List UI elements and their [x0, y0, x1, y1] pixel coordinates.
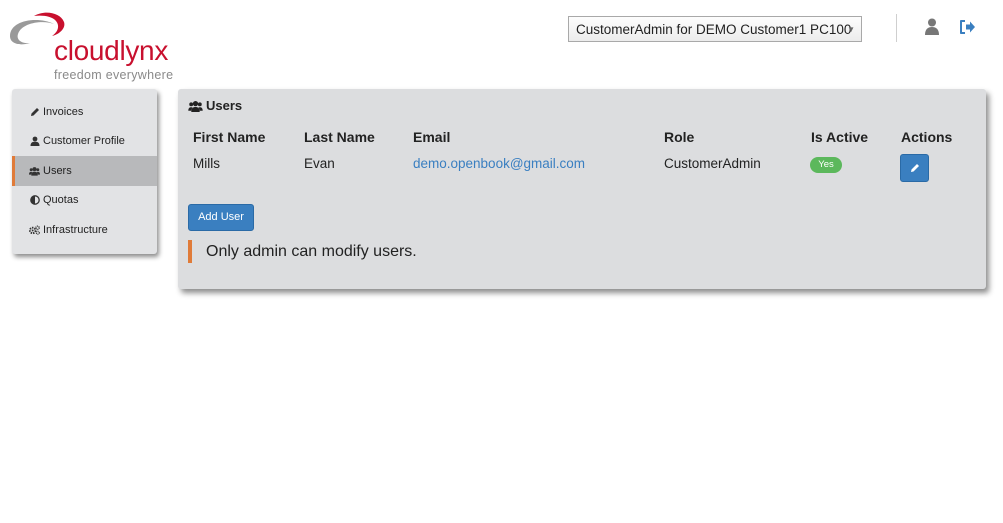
edit-user-button[interactable] [900, 154, 929, 182]
half-circle-icon [29, 195, 40, 206]
sidebar-item-customer-profile[interactable]: Customer Profile [12, 127, 157, 157]
column-header-first-name: First Name [193, 129, 266, 145]
users-icon [188, 100, 203, 112]
cogs-icon [29, 224, 40, 235]
sidebar-item-label: Users [43, 164, 72, 177]
sidebar-item-invoices[interactable]: Invoices [12, 97, 157, 127]
admin-notice: Only admin can modify users. [188, 240, 417, 263]
cell-email-link[interactable]: demo.openbook@gmail.com [413, 156, 585, 171]
users-panel: Users First Name Last Name Email Role Is… [178, 89, 986, 289]
brand-name: cloudlynx [54, 35, 169, 66]
header-divider [896, 14, 897, 42]
cell-first-name: Mills [193, 156, 220, 171]
sidebar-item-quotas[interactable]: Quotas [12, 186, 157, 216]
brand-tagline: freedom everywhere [54, 68, 174, 82]
sidebar-nav: Invoices Customer Profile Users Quotas I… [12, 89, 157, 254]
account-selector-value: CustomerAdmin for DEMO Customer1 PC100 [576, 22, 852, 37]
user-icon[interactable] [924, 18, 940, 35]
cell-last-name: Evan [304, 156, 335, 171]
sidebar-item-infrastructure[interactable]: Infrastructure [12, 215, 157, 245]
cell-role: CustomerAdmin [664, 156, 761, 171]
sidebar-item-users[interactable]: Users [12, 156, 157, 186]
pencil-icon [910, 164, 919, 172]
chevron-down-icon: ▼ [847, 25, 855, 34]
user-icon [29, 136, 40, 147]
logout-icon[interactable] [959, 19, 976, 35]
add-user-button[interactable]: Add User [188, 204, 254, 231]
sidebar-item-label: Quotas [43, 194, 79, 207]
sidebar-item-label: Invoices [43, 105, 84, 118]
status-badge: Yes [810, 157, 842, 173]
column-header-role: Role [664, 129, 695, 145]
column-header-last-name: Last Name [304, 129, 375, 145]
column-header-actions: Actions [901, 129, 953, 145]
sidebar-item-label: Customer Profile [43, 135, 125, 148]
users-icon [29, 165, 40, 176]
account-selector[interactable]: CustomerAdmin for DEMO Customer1 PC100 ▼ [568, 16, 862, 42]
brand-logo[interactable]: cloudlynx freedom everywhere [8, 10, 188, 84]
column-header-email: Email [413, 129, 451, 145]
pencil-icon [29, 106, 40, 117]
page-title: Users [188, 98, 242, 113]
page-title-text: Users [206, 98, 243, 113]
sidebar-item-label: Infrastructure [43, 223, 108, 236]
column-header-is-active: Is Active [811, 129, 869, 145]
